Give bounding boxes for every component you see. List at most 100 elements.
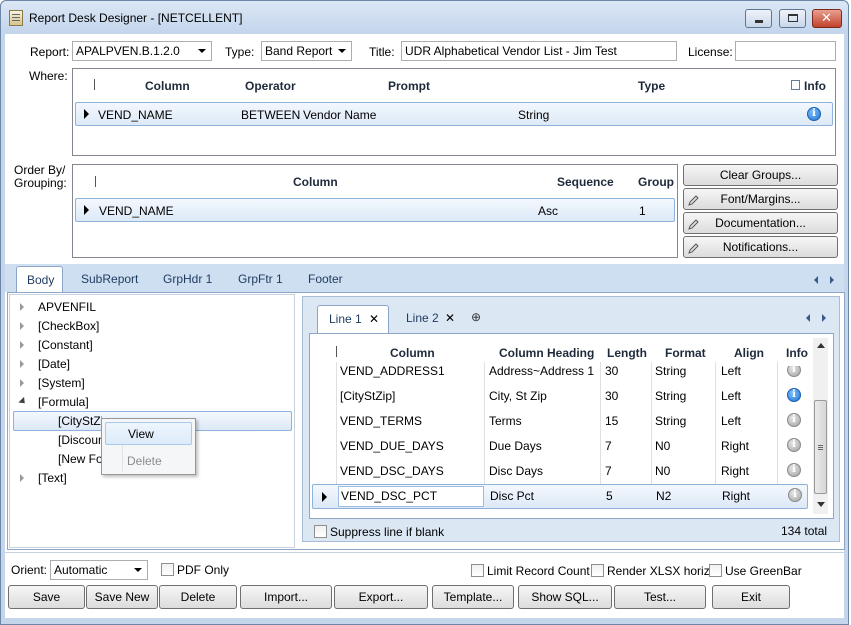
row-format[interactable]: String	[655, 414, 686, 428]
row-align[interactable]: Left	[721, 389, 741, 403]
tab-grpftr1[interactable]: GrpFtr 1	[238, 272, 283, 286]
tree-item-discount[interactable]: [Discount]	[58, 433, 102, 447]
tree-item-apvenfil[interactable]: APVENFIL	[38, 300, 96, 314]
row-column[interactable]: VEND_ADDRESS1	[340, 366, 445, 378]
table-row[interactable]: VEND_ADDRESS1 Address~Address 1 30 Strin…	[310, 366, 810, 384]
tree-item-system[interactable]: [System]	[38, 376, 85, 390]
row-align[interactable]: Left	[721, 414, 741, 428]
table-row[interactable]: VEND_NAME Asc 1	[75, 198, 675, 222]
row-length[interactable]: 30	[605, 366, 618, 378]
table-row[interactable]: VEND_DUE_DAYS Due Days 7 N0 Right i	[310, 434, 810, 459]
table-row[interactable]: VEND_NAME BETWEEN Vendor Name String i	[75, 102, 833, 126]
tree-item-new-formula[interactable]: [New Formula]	[58, 452, 102, 466]
tab-scroll-right-icon[interactable]	[830, 276, 834, 284]
tab-line2[interactable]: Line 2	[406, 311, 439, 325]
title-input[interactable]: UDR Alphabetical Vendor List - Jim Test	[401, 41, 677, 61]
row-heading[interactable]: Due Days	[489, 439, 542, 453]
row-align[interactable]: Left	[721, 366, 741, 378]
expand-icon[interactable]	[20, 360, 24, 368]
info-icon[interactable]: i	[787, 438, 801, 452]
order-row-group[interactable]: 1	[639, 204, 646, 218]
row-column[interactable]: VEND_DSC_PCT	[341, 489, 437, 503]
line-col-heading[interactable]: Column Heading	[499, 346, 594, 360]
row-column[interactable]: VEND_DUE_DAYS	[340, 439, 444, 453]
tab-grphdr1[interactable]: GrpHdr 1	[163, 272, 212, 286]
row-length[interactable]: 7	[605, 464, 612, 478]
order-col-sequence[interactable]: Sequence	[557, 175, 614, 189]
scroll-up-icon[interactable]	[817, 343, 825, 348]
tree-item-checkbox[interactable]: [CheckBox]	[38, 319, 99, 333]
pdf-only-checkbox[interactable]	[161, 563, 174, 576]
where-row-type[interactable]: String	[518, 108, 549, 122]
line-col-format[interactable]: Format	[665, 346, 706, 360]
row-length[interactable]: 15	[605, 414, 618, 428]
documentation-button[interactable]: Documentation...	[683, 212, 838, 234]
line-col-align[interactable]: Align	[734, 346, 764, 360]
row-align[interactable]: Right	[721, 439, 749, 453]
row-length[interactable]: 5	[606, 489, 613, 503]
tab-scroll-left-icon[interactable]	[814, 276, 818, 284]
tab-line1[interactable]: Line 1 ✕	[317, 305, 389, 333]
row-align[interactable]: Right	[722, 489, 750, 503]
line-col-info[interactable]: Info	[786, 346, 808, 360]
table-row[interactable]: [CityStZip] City, St Zip 30 String Left …	[310, 384, 810, 409]
table-row[interactable]: VEND_TERMS Terms 15 String Left i	[310, 409, 810, 434]
row-format[interactable]: N0	[655, 464, 670, 478]
delete-button[interactable]: Delete	[159, 585, 237, 609]
menu-item-view[interactable]: View	[105, 422, 192, 445]
tree-item-text[interactable]: [Text]	[38, 471, 67, 485]
where-col-info[interactable]: Info	[804, 79, 826, 93]
where-col-type[interactable]: Type	[638, 79, 665, 93]
info-icon[interactable]: i	[787, 463, 801, 477]
order-row-column[interactable]: VEND_NAME	[99, 204, 174, 218]
info-icon[interactable]: i	[787, 388, 801, 402]
where-row-column[interactable]: VEND_NAME	[98, 108, 173, 122]
clear-groups-button[interactable]: Clear Groups...	[683, 164, 838, 186]
tab-subreport[interactable]: SubReport	[81, 272, 138, 286]
type-select[interactable]: Band Report	[261, 41, 352, 61]
tree-item-date[interactable]: [Date]	[38, 357, 70, 371]
add-tab-icon[interactable]: ⊕	[471, 310, 481, 324]
row-format[interactable]: String	[655, 366, 686, 378]
notifications-button[interactable]: Notifications...	[683, 236, 838, 258]
close-tab-icon[interactable]: ✕	[369, 312, 379, 326]
line-tab-scroll-left-icon[interactable]	[806, 314, 810, 322]
import-button[interactable]: Import...	[240, 585, 332, 609]
menu-item-delete[interactable]: Delete	[127, 454, 162, 468]
maximize-button[interactable]	[779, 9, 806, 28]
row-column[interactable]: VEND_TERMS	[340, 414, 422, 428]
line-col-length[interactable]: Length	[607, 346, 647, 360]
save-button[interactable]: Save	[8, 585, 85, 609]
minimize-button[interactable]	[745, 9, 772, 28]
show-sql-button[interactable]: Show SQL...	[518, 585, 612, 609]
tab-footer[interactable]: Footer	[308, 272, 343, 286]
limit-record-count-checkbox[interactable]	[471, 564, 484, 577]
test-button[interactable]: Test...	[614, 585, 706, 609]
tab-body[interactable]: Body	[16, 266, 63, 293]
row-length[interactable]: 30	[605, 389, 618, 403]
expand-icon[interactable]	[20, 322, 24, 330]
expand-icon[interactable]	[20, 379, 24, 387]
info-icon[interactable]: i	[787, 366, 801, 377]
row-length[interactable]: 7	[605, 439, 612, 453]
order-col-column[interactable]: Column	[293, 175, 338, 189]
tree-item-citystzip[interactable]: [CityStZip]	[58, 414, 102, 428]
table-row[interactable]: VEND_DSC_PCT Disc Pct 5 N2 Right i	[312, 484, 808, 509]
order-col-group[interactable]: Group	[638, 175, 674, 189]
row-format[interactable]: N0	[655, 439, 670, 453]
expand-icon[interactable]	[20, 341, 24, 349]
orient-select[interactable]: Automatic	[50, 560, 148, 580]
license-input[interactable]	[735, 41, 836, 61]
where-col-operator[interactable]: Operator	[245, 79, 296, 93]
tree-item-formula[interactable]: [Formula]	[38, 395, 89, 409]
scroll-down-icon[interactable]	[817, 502, 825, 507]
row-heading[interactable]: City, St Zip	[489, 389, 547, 403]
close-button[interactable]: ✕	[812, 9, 842, 28]
close-tab-icon[interactable]: ✕	[445, 311, 455, 325]
info-icon[interactable]: i	[787, 413, 801, 427]
vertical-scrollbar[interactable]	[813, 338, 828, 514]
expand-icon[interactable]	[20, 303, 24, 311]
info-icon[interactable]: i	[788, 488, 802, 502]
line-tab-scroll-right-icon[interactable]	[822, 314, 826, 322]
info-icon[interactable]: i	[807, 107, 821, 121]
